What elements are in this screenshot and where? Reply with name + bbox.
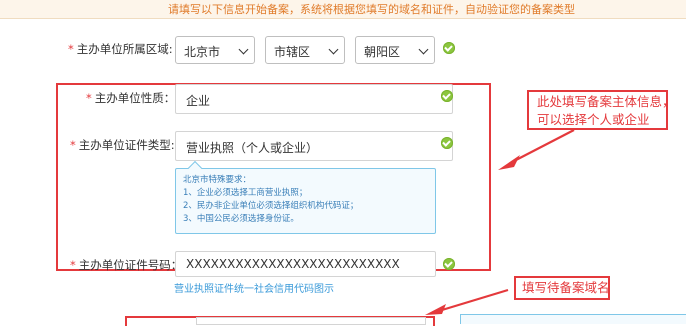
- arrowhead: [425, 304, 446, 315]
- arrow-to-domain: [441, 288, 509, 312]
- arrow-to-subject-box: [515, 129, 575, 161]
- arrowhead: [498, 155, 520, 170]
- annotation-arrows: [425, 129, 575, 315]
